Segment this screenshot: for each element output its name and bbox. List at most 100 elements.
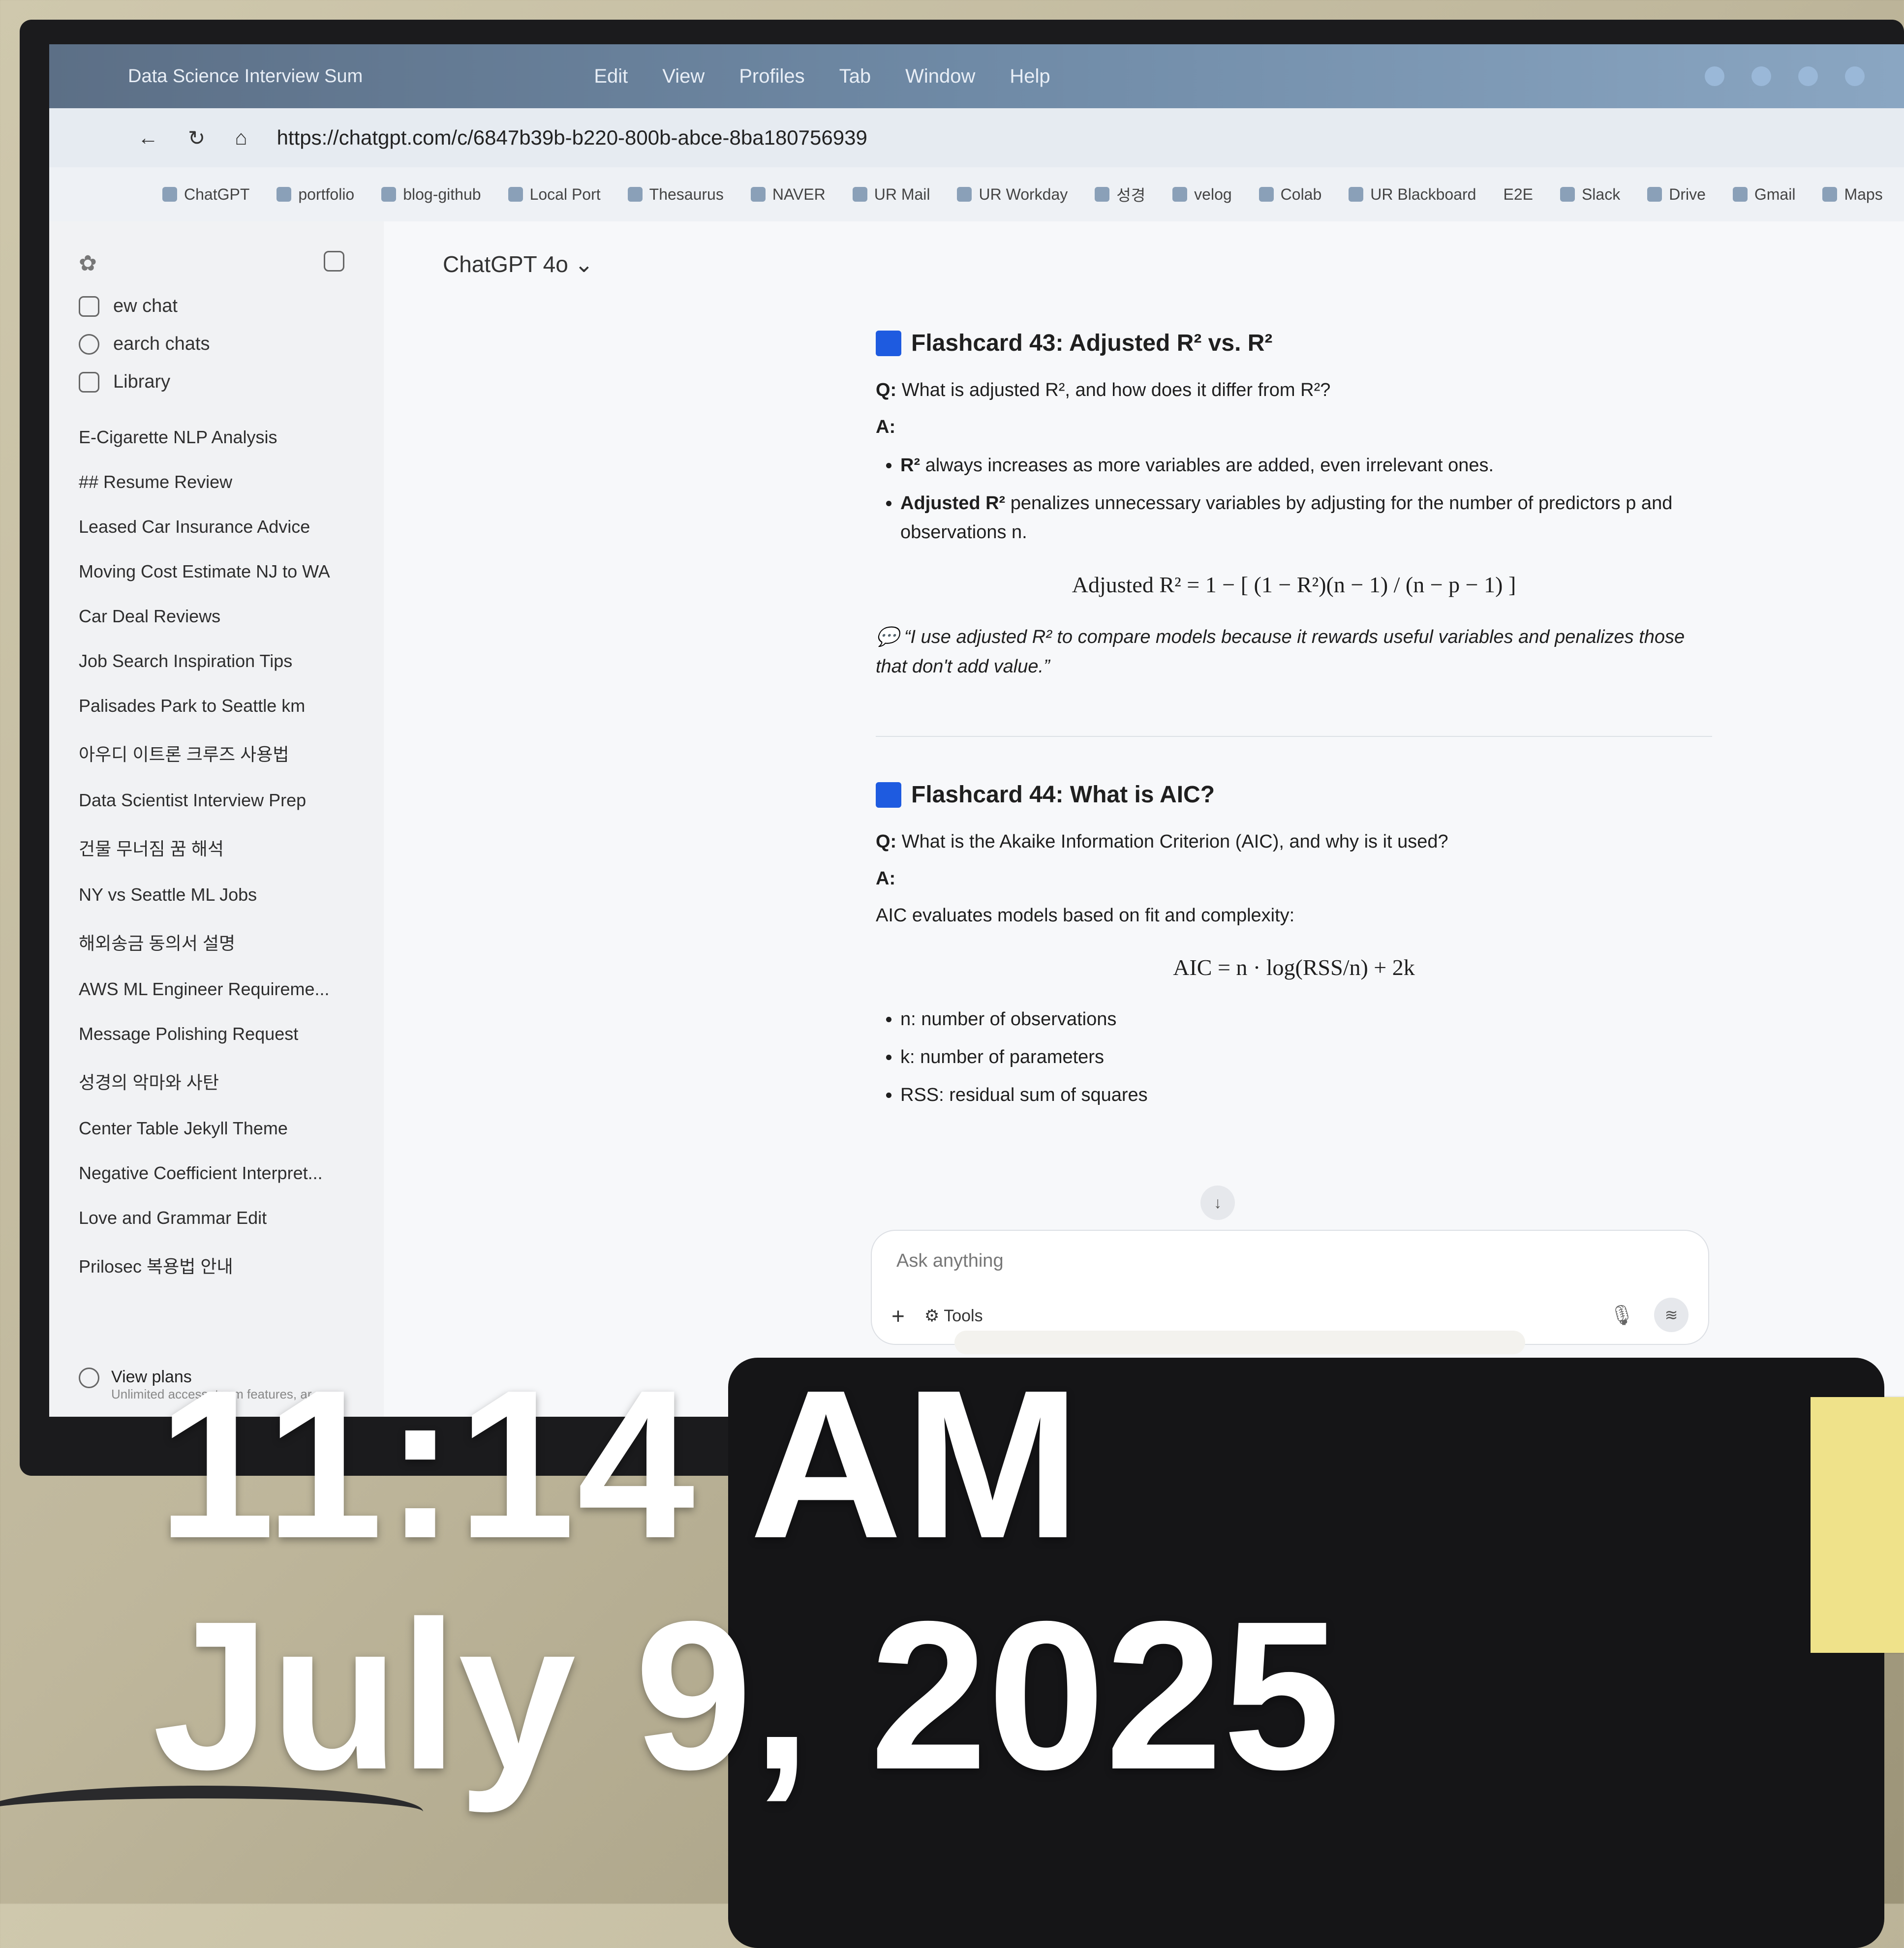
sidebar-header: ✿ xyxy=(79,251,384,276)
timestamp-date: July 9, 2025 xyxy=(153,1578,1341,1814)
composer: Ask anything + ⚙ Tools 🎙 ≋ xyxy=(871,1230,1709,1345)
chatgpt-app: ✿ ew chat earch chats Library E-Cigarett… xyxy=(49,221,1904,1417)
bookmark[interactable]: portfolio xyxy=(276,185,354,204)
bookmark-icon xyxy=(1095,187,1110,202)
menu-view[interactable]: View xyxy=(662,65,705,88)
library-icon xyxy=(79,371,99,393)
chat-history-item[interactable]: Car Deal Reviews xyxy=(79,606,384,627)
bookmark[interactable]: 성경 xyxy=(1095,183,1145,206)
active-tab[interactable]: Data Science Interview Sum xyxy=(128,66,363,87)
bookmark[interactable]: NAVER xyxy=(750,185,826,204)
menu-tab[interactable]: Tab xyxy=(839,65,871,88)
bookmark-icon xyxy=(750,187,766,202)
url-field[interactable]: https://chatgpt.com/c/6847b39b-b220-800b… xyxy=(277,126,867,150)
bookmark-icon xyxy=(1647,187,1662,202)
menu-window[interactable]: Window xyxy=(905,65,975,88)
flashcard-43-title: Flashcard 43: Adjusted R² vs. R² xyxy=(876,330,1712,357)
chat-history-item[interactable]: Palisades Park to Seattle km xyxy=(79,696,384,716)
list-item: R² always increases as more variables ar… xyxy=(900,451,1712,480)
chat-history-item[interactable]: 성경의 악마와 사탄 xyxy=(79,1068,384,1094)
composer-toolbar: + ⚙ Tools xyxy=(891,1303,983,1329)
upgrade-icon xyxy=(79,1368,99,1388)
menu-help[interactable]: Help xyxy=(1010,65,1050,88)
scroll-down-button[interactable]: ↓ xyxy=(1200,1186,1235,1220)
chat-history-item[interactable]: Center Table Jekyll Theme xyxy=(79,1118,384,1139)
tray-icon[interactable] xyxy=(1751,66,1771,86)
tray-icon[interactable] xyxy=(1798,66,1818,86)
bookmark-icon xyxy=(381,187,397,202)
chat-history-item[interactable]: AWS ML Engineer Requireme... xyxy=(79,979,384,1000)
chat-history-item[interactable]: Leased Car Insurance Advice xyxy=(79,517,384,537)
sticky-note xyxy=(1811,1397,1904,1653)
bookmark-icon xyxy=(1732,187,1748,202)
chat-history-item[interactable]: Moving Cost Estimate NJ to WA xyxy=(79,561,384,582)
model-selector[interactable]: ChatGPT 4o ⌄ xyxy=(443,251,593,277)
plus-icon[interactable]: + xyxy=(891,1303,905,1329)
message-input[interactable]: Ask anything xyxy=(896,1250,1004,1272)
adjusted-r2-formula: Adjusted R² = 1 − [ (1 − R²)(n − 1) / (n… xyxy=(1072,572,1516,597)
bookmark[interactable]: Maps xyxy=(1822,185,1883,204)
logo-icon[interactable]: ✿ xyxy=(79,251,97,276)
menu-bar: Data Science Interview Sum Edit View Pro… xyxy=(49,44,1904,108)
bookmark[interactable]: Thesaurus xyxy=(627,185,724,204)
chat-history-item[interactable]: Data Scientist Interview Prep xyxy=(79,790,384,811)
back-icon[interactable]: ← xyxy=(138,126,158,150)
tray-icon[interactable] xyxy=(1845,66,1865,86)
list-item: RSS: residual sum of squares xyxy=(900,1081,1712,1110)
bookmark[interactable]: Slack xyxy=(1560,185,1620,204)
bookmark[interactable]: UR Workday xyxy=(957,185,1068,204)
voice-mode-icon[interactable]: ≋ xyxy=(1654,1298,1689,1332)
chat-history-item[interactable]: 아우디 이트론 크루즈 사용법 xyxy=(79,740,384,766)
bookmark[interactable]: ChatGPT xyxy=(162,185,249,204)
chat-main: ChatGPT 4o ⌄ Flashcard 43: Adjusted R² v… xyxy=(384,221,1904,1417)
divider xyxy=(876,736,1712,737)
tray-icon[interactable] xyxy=(1705,66,1724,86)
bookmark[interactable]: Local Port xyxy=(508,185,601,204)
bookmark-icon xyxy=(162,187,177,202)
bookmark-icon xyxy=(508,187,523,202)
flashcard-43-quote: 💬 “I use adjusted R² to compare models b… xyxy=(876,626,1685,677)
browser-window: Data Science Interview Sum Edit View Pro… xyxy=(49,44,1904,1417)
chat-history-item[interactable]: Love and Grammar Edit xyxy=(79,1208,384,1228)
chat-history-item[interactable]: Message Polishing Request xyxy=(79,1024,384,1044)
home-icon[interactable]: ⌂ xyxy=(235,126,247,150)
bookmark[interactable]: UR Mail xyxy=(852,185,930,204)
library-button[interactable]: Library xyxy=(79,371,384,393)
chat-history-item[interactable]: ## Resume Review xyxy=(79,472,384,492)
sidebar-toggle-icon[interactable] xyxy=(324,251,344,272)
speech-bubble-icon: 💬 xyxy=(876,626,899,647)
reload-icon[interactable]: ↻ xyxy=(188,126,205,150)
blue-square-icon xyxy=(876,330,901,356)
bookmark[interactable]: Colab xyxy=(1259,185,1321,204)
bookmark[interactable]: blog-github xyxy=(381,185,481,204)
chat-history-item[interactable]: E-Cigarette NLP Analysis xyxy=(79,427,384,448)
microphone-icon[interactable]: 🎙 xyxy=(1609,1304,1634,1327)
pencil-icon xyxy=(79,296,99,317)
menu-profiles[interactable]: Profiles xyxy=(739,65,804,88)
new-chat-button[interactable]: ew chat xyxy=(79,296,384,317)
bookmark-icon xyxy=(1172,187,1188,202)
bookmark[interactable]: UR Blackboard xyxy=(1349,185,1476,204)
menu-edit[interactable]: Edit xyxy=(594,65,628,88)
list-item: k: number of parameters xyxy=(900,1043,1712,1072)
flashcard-43-question: Q: What is adjusted R², and how does it … xyxy=(876,380,1331,400)
sliders-icon: ⚙ xyxy=(924,1307,940,1325)
bookmark[interactable]: Drive xyxy=(1647,185,1706,204)
chat-history-item[interactable]: NY vs Seattle ML Jobs xyxy=(79,884,384,905)
chat-history-item[interactable]: 건물 무너짐 꿈 해석 xyxy=(79,835,384,860)
bookmark-icon xyxy=(1259,187,1274,202)
chat-history-item[interactable]: Negative Coefficient Interpret... xyxy=(79,1163,384,1184)
chat-history-item[interactable]: Prilosec 복용법 안내 xyxy=(79,1252,384,1278)
chat-history-item[interactable]: Job Search Inspiration Tips xyxy=(79,651,384,671)
tools-button[interactable]: ⚙ Tools xyxy=(924,1306,983,1326)
bookmark-icon xyxy=(1822,187,1838,202)
flashcard-43-bullets: R² always increases as more variables ar… xyxy=(876,451,1712,547)
flashcard-44-intro: AIC evaluates models based on fit and co… xyxy=(876,905,1295,926)
search-chats-button[interactable]: earch chats xyxy=(79,334,384,355)
bookmark[interactable]: E2E xyxy=(1503,185,1533,204)
bookmark[interactable]: Gmail xyxy=(1732,185,1795,204)
sidebar: ✿ ew chat earch chats Library E-Cigarett… xyxy=(49,221,384,1417)
bookmark[interactable]: velog xyxy=(1172,185,1232,204)
chat-history-item[interactable]: 해외송금 동의서 설명 xyxy=(79,929,384,955)
flashcard-44-question: Q: What is the Akaike Information Criter… xyxy=(876,831,1448,852)
